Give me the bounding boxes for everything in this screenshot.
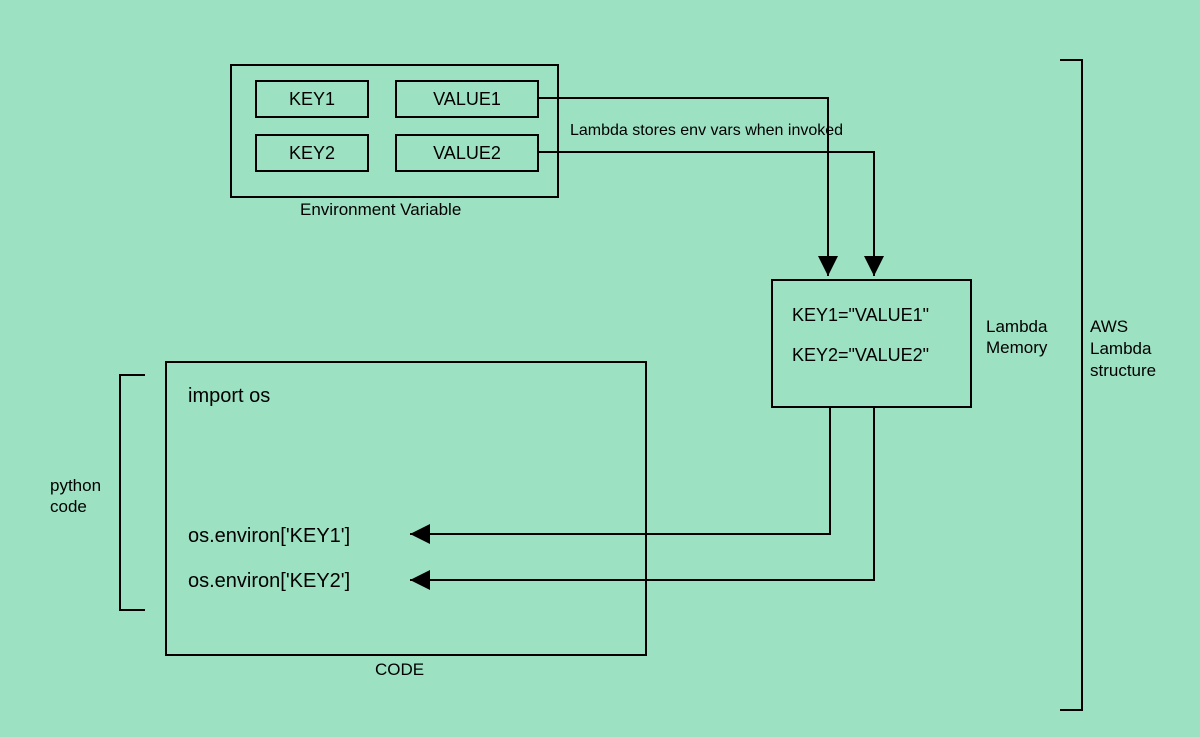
code-environ-line1: os.environ['KEY1'] — [188, 525, 350, 548]
code-label: CODE — [375, 660, 424, 680]
env-value1-cell: VALUE1 — [395, 80, 539, 118]
env-value2-cell: VALUE2 — [395, 134, 539, 172]
memory-line1: KEY1="VALUE1" — [792, 305, 929, 326]
env-key1-text: KEY1 — [289, 89, 335, 110]
code-import-line: import os — [188, 385, 270, 408]
structure-label: AWS Lambda structure — [1090, 316, 1180, 382]
bracket-structure — [1060, 60, 1082, 710]
env-key2-text: KEY2 — [289, 143, 335, 164]
arrow-note: Lambda stores env vars when invoked — [570, 122, 843, 140]
env-key1-cell: KEY1 — [255, 80, 369, 118]
memory-line2: KEY2="VALUE2" — [792, 345, 929, 366]
env-value1-text: VALUE1 — [433, 89, 501, 110]
memory-label: Lambda Memory — [986, 316, 1066, 359]
arrow-value2-to-memory — [537, 152, 874, 276]
code-environ-line2: os.environ['KEY2'] — [188, 570, 350, 593]
python-code-label: python code — [50, 475, 120, 518]
env-key2-cell: KEY2 — [255, 134, 369, 172]
env-value2-text: VALUE2 — [433, 143, 501, 164]
bracket-python-code — [120, 375, 145, 610]
env-variable-label: Environment Variable — [300, 200, 461, 220]
memory-box — [771, 279, 972, 408]
